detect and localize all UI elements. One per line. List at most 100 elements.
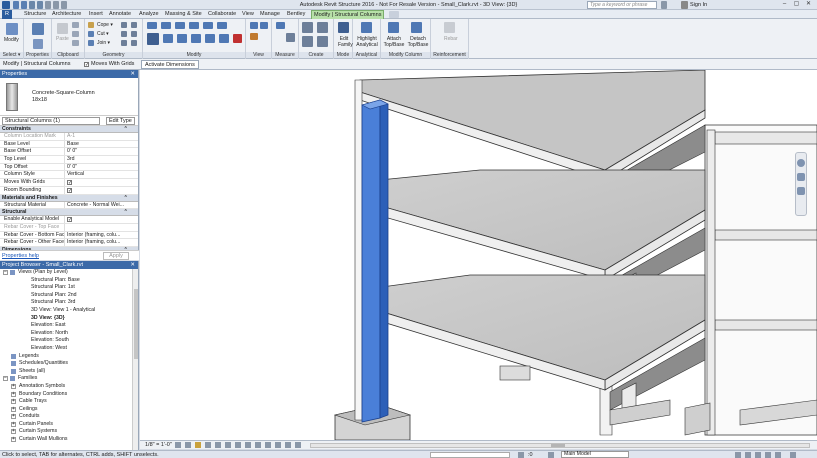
edit-family-icon[interactable] — [338, 22, 349, 33]
activate-dimensions-button[interactable]: Activate Dimensions — [141, 60, 199, 69]
match-properties-icon[interactable] — [72, 40, 79, 46]
property-value[interactable]: Base — [65, 141, 138, 148]
select-panel-label[interactable]: Select ▾ — [0, 52, 23, 58]
tab-annotate[interactable]: Annotate — [109, 11, 131, 17]
tree-item[interactable]: + Ceilings — [0, 406, 138, 414]
trim-extend-icon[interactable] — [191, 34, 201, 43]
steering-wheel-icon[interactable] — [797, 159, 805, 167]
property-checkbox[interactable]: ✓ — [65, 179, 138, 186]
tab-structure[interactable]: Structure — [24, 11, 46, 17]
ribbon-toggle-icon[interactable] — [389, 11, 399, 18]
orbit-icon[interactable] — [797, 187, 805, 195]
tree-item[interactable]: + Curtain Systems — [0, 428, 138, 436]
reveal-constraints-icon[interactable] — [295, 442, 301, 448]
tree-item[interactable]: Legends — [0, 353, 138, 361]
attach-top-base-button[interactable]: Attach Top/Base — [382, 36, 406, 48]
minimize-icon[interactable]: – — [780, 1, 789, 8]
create-group-icon[interactable] — [302, 36, 313, 47]
remove-paint-icon[interactable] — [131, 40, 137, 46]
collapse-icon[interactable]: ⌃ — [124, 126, 128, 133]
sun-path-icon[interactable] — [195, 442, 201, 448]
3d-viewport[interactable] — [140, 70, 817, 440]
property-row[interactable]: Column Style Vertical — [0, 171, 138, 180]
select-underlay-icon[interactable] — [745, 452, 751, 458]
measure-distance-icon[interactable] — [276, 22, 285, 29]
tree-item[interactable]: + Conduits — [0, 413, 138, 421]
type-selector[interactable]: Concrete-Square-Column 18x18 — [0, 78, 138, 116]
property-row[interactable]: Base Offset 0' 0" — [0, 148, 138, 157]
close-icon[interactable]: ✕ — [130, 70, 135, 78]
property-row[interactable]: Rebar Cover - Bottom Face Interior (frami… — [0, 231, 138, 240]
copy-icon[interactable] — [72, 31, 79, 37]
search-icon[interactable] — [661, 1, 667, 9]
collapse-icon[interactable]: ⌃ — [124, 209, 128, 216]
show-crop-icon[interactable] — [225, 442, 231, 448]
rebar-button[interactable]: Rebar — [444, 36, 458, 42]
paste-icon[interactable] — [57, 23, 68, 34]
scroll-thumb[interactable] — [551, 444, 565, 447]
wall-joins-icon[interactable] — [121, 22, 127, 28]
expand-icon[interactable]: + — [11, 406, 16, 412]
property-row[interactable]: Top Level 3rd — [0, 156, 138, 164]
collapse-icon[interactable]: − — [3, 270, 8, 275]
detach-top-base-button[interactable]: Detach Top/Base — [406, 36, 430, 48]
property-checkbox[interactable]: ✓ — [65, 187, 138, 194]
tree-item[interactable]: Elevation: West — [0, 345, 138, 353]
sign-in-link[interactable]: Sign In — [690, 2, 707, 8]
editing-requests-icon[interactable] — [518, 452, 524, 458]
tab-collaborate[interactable]: Collaborate — [208, 11, 236, 17]
tab-bentley[interactable]: Bentley — [287, 11, 305, 17]
tree-item[interactable]: Structural Plan: 1st — [0, 284, 138, 292]
tree-item[interactable]: Structural Plan: Base — [0, 277, 138, 285]
attach-top-base-icon[interactable] — [388, 22, 399, 33]
select-pinned-icon[interactable] — [755, 452, 761, 458]
zoom-icon[interactable] — [797, 173, 805, 181]
checkbox[interactable]: ✓ — [67, 217, 72, 223]
property-value[interactable]: A-1 — [65, 133, 138, 140]
property-row[interactable]: Base Level Base — [0, 140, 138, 149]
model-canvas[interactable] — [140, 70, 817, 440]
tree-item[interactable]: + Annotation Symbols — [0, 383, 138, 391]
tab-manage[interactable]: Manage — [260, 11, 280, 17]
demolish-icon[interactable] — [131, 31, 137, 37]
property-value[interactable]: 0' 0" — [65, 164, 138, 171]
tab-insert[interactable]: Insert — [89, 11, 103, 17]
tab-massing-site[interactable]: Massing & Site — [165, 11, 202, 17]
close-icon[interactable]: ✕ — [804, 1, 813, 8]
property-checkbox[interactable]: ✓ — [65, 216, 138, 223]
property-value[interactable]: Vertical — [65, 171, 138, 178]
create-parts-icon[interactable] — [317, 22, 328, 33]
properties-icon[interactable] — [32, 23, 44, 35]
search-input[interactable]: Type a keyword or phrase — [587, 1, 657, 9]
mirror-pick-axis-icon[interactable] — [175, 22, 185, 29]
tree-item[interactable]: + Curtain Wall Mullions — [0, 436, 138, 444]
tree-item[interactable]: Structural Plan: 3rd — [0, 299, 138, 307]
beam-join-icon[interactable] — [121, 40, 127, 46]
join-icon[interactable] — [88, 40, 94, 46]
scale-icon[interactable] — [219, 34, 229, 43]
array-icon[interactable] — [205, 34, 215, 43]
category-constraints[interactable]: Constraints ⌃ — [0, 126, 138, 133]
reveal-hidden-icon[interactable] — [255, 442, 261, 448]
property-row[interactable]: Room Bounding ✓ — [0, 186, 138, 195]
drag-elements-icon[interactable] — [775, 452, 781, 458]
tree-item[interactable]: − Views (Plan by Level) — [0, 269, 138, 277]
property-row[interactable]: Moves With Grids ✓ — [0, 179, 138, 187]
mirror-draw-axis-icon[interactable] — [189, 22, 199, 29]
property-value[interactable] — [65, 224, 138, 231]
detail-level-icon[interactable] — [175, 442, 181, 448]
expand-icon[interactable]: + — [11, 399, 16, 405]
property-value[interactable]: Interior (framing, colu... — [65, 232, 138, 239]
tree-item[interactable]: − Families — [0, 375, 138, 383]
property-row[interactable]: Column Location Mark A-1 — [0, 133, 138, 141]
property-row[interactable]: Structural Material Concrete - Normal Wei… — [0, 201, 138, 210]
offset-icon[interactable] — [161, 22, 171, 29]
scroll-thumb[interactable] — [134, 289, 138, 359]
cut-button[interactable]: Cut ▾ — [97, 31, 109, 37]
cut-geometry-icon[interactable] — [88, 31, 94, 37]
property-value[interactable]: 3rd — [65, 156, 138, 163]
property-row[interactable]: Top Offset 0' 0" — [0, 163, 138, 172]
split-gap-icon[interactable] — [217, 22, 227, 29]
property-value[interactable]: Concrete - Normal Wei... — [65, 202, 138, 209]
highlight-analytical-button[interactable]: Highlight Analytical — [354, 36, 380, 48]
